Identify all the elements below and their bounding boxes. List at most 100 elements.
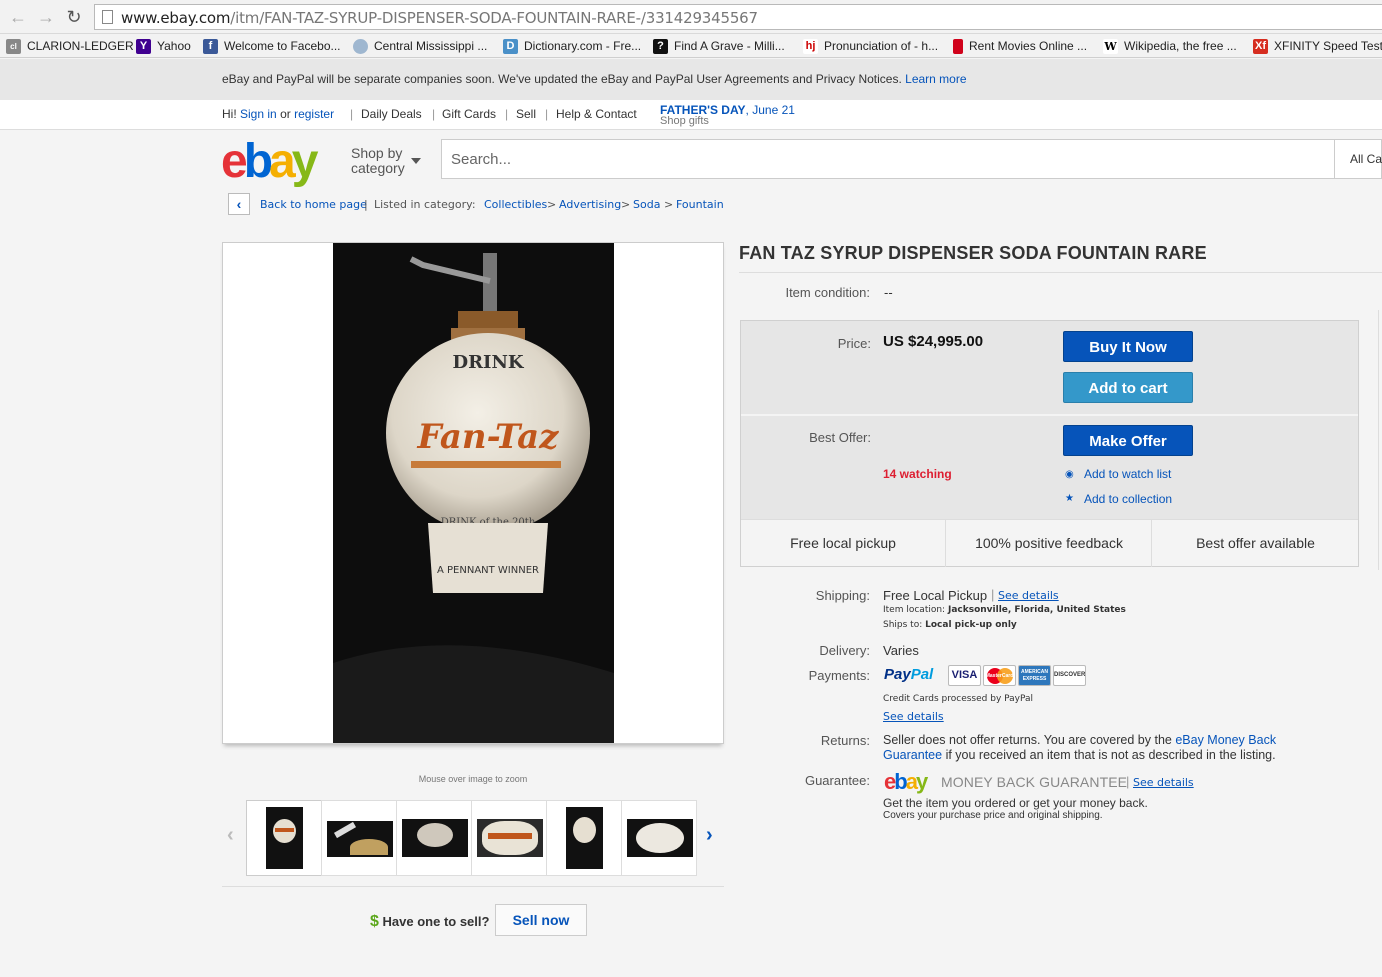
register-link[interactable]: register — [294, 107, 334, 121]
shipping-see-details-link[interactable]: See details — [998, 589, 1059, 602]
returns-label: Returns: — [820, 733, 870, 748]
search-input[interactable]: Search... All Ca — [441, 139, 1382, 179]
gift-cards-link[interactable]: Gift Cards — [442, 107, 496, 121]
top-links-bar: Hi! Sign in or register | Daily Deals | … — [0, 100, 1382, 130]
feature-positive-feedback: 100% positive feedback — [947, 520, 1152, 567]
main-image-frame[interactable]: DRINK Fan-Taz DRINK of the 20th A PENNAN… — [222, 242, 724, 744]
credit-card-note: Credit Cards processed by PayPal — [883, 694, 1034, 704]
bookmark-xfinity[interactable]: Xf XFINITY Speed Test — [1253, 37, 1382, 55]
price-value: US $24,995.00 — [883, 333, 984, 350]
delivery-label: Delivery: — [819, 643, 870, 658]
breadcrumb-separator: > — [664, 198, 674, 211]
bookmark-pronunciation[interactable]: hj Pronunciation of - h... — [803, 37, 938, 55]
shop-gifts-link[interactable]: Shop gifts — [660, 115, 709, 127]
breadcrumb-separator: > — [547, 198, 557, 211]
url-text: www.ebay.com/itm/FAN-TAZ-SYRUP-DISPENSER… — [121, 9, 758, 27]
shipping-label: Shipping: — [815, 588, 870, 603]
guarantee-see-details-link[interactable]: See details — [1133, 776, 1194, 789]
buy-it-now-button[interactable]: Buy It Now — [1063, 331, 1193, 362]
bookmark-yahoo[interactable]: Y Yahoo — [136, 37, 191, 55]
money-back-guarantee-text: MONEY BACK GUARANTEE — [941, 774, 1128, 790]
divider — [739, 272, 1382, 273]
thumbnail-3[interactable] — [396, 800, 472, 876]
daily-deals-link[interactable]: Daily Deals — [361, 107, 422, 121]
item-location: Item location: Jacksonville, Florida, Un… — [883, 605, 1126, 615]
page-icon — [102, 10, 113, 24]
wikipedia-icon: W — [1103, 38, 1118, 54]
help-contact-link[interactable]: Help & Contact — [556, 107, 637, 121]
breadcrumb-soda[interactable]: Soda — [633, 198, 660, 211]
pennant-winner-text: A PENNANT WINNER — [437, 565, 539, 576]
bookmark-facebook[interactable]: f Welcome to Facebo... — [203, 37, 341, 55]
bookmark-rent-movies[interactable]: Rent Movies Online ... — [953, 37, 1087, 55]
shop-by-category-button[interactable]: Shop by category — [351, 146, 405, 176]
separator: | — [545, 107, 549, 121]
chevron-right-icon[interactable]: › — [706, 824, 713, 847]
add-to-collection-link[interactable]: Add to collection — [1084, 492, 1172, 506]
hj-icon: hj — [803, 38, 818, 54]
back-arrow-icon[interactable]: ← — [8, 8, 28, 26]
thumbnail-5[interactable] — [546, 800, 622, 876]
chevron-down-icon — [411, 158, 421, 164]
thumbnail-6[interactable] — [621, 800, 697, 876]
bookmark-central-mississippi[interactable]: Central Mississippi ... — [353, 37, 487, 55]
add-to-watch-list-link[interactable]: Add to watch list — [1084, 467, 1171, 481]
back-to-home-link[interactable]: Back to home page — [260, 198, 367, 211]
bookmark-wikipedia[interactable]: W Wikipedia, the free ... — [1103, 37, 1237, 55]
separator: | — [1126, 774, 1130, 789]
bookmark-dictionary[interactable]: D Dictionary.com - Fre... — [503, 37, 641, 55]
breadcrumb-advertising[interactable]: Advertising — [559, 198, 621, 211]
thumbnail-4[interactable] — [471, 800, 547, 876]
guarantee-line-1: Get the item you ordered or get your mon… — [883, 796, 1148, 810]
bookmarks-bar: cl CLARION-LEDGER Y Yahoo f Welcome to Face… — [0, 34, 1382, 58]
ebay-logo[interactable]: ebay — [221, 134, 318, 190]
sell-now-button[interactable]: Sell now — [495, 904, 587, 936]
watching-count: 14 watching — [883, 467, 952, 481]
payments-label: Payments: — [808, 668, 870, 683]
right-panel-edge — [1378, 310, 1382, 570]
sign-in-link[interactable]: Sign in — [240, 107, 277, 121]
thumbnail-1[interactable] — [246, 800, 322, 876]
breadcrumb-collectibles[interactable]: Collectibles — [484, 198, 547, 211]
url-bar[interactable]: www.ebay.com/itm/FAN-TAZ-SYRUP-DISPENSER… — [94, 4, 1382, 30]
price-label: Price: — [837, 336, 871, 351]
bookmark-clarion-ledger[interactable]: cl CLARION-LEDGER — [6, 37, 134, 55]
have-one-to-sell: $ Have one to sell? — [370, 913, 490, 930]
or-text: or — [280, 107, 291, 121]
dollar-icon: $ — [370, 913, 379, 930]
add-to-cart-button[interactable]: Add to cart — [1063, 372, 1193, 403]
eye-icon: ◉ — [1065, 469, 1074, 480]
thumbnail-2[interactable] — [321, 800, 397, 876]
syrup-dispenser-image: DRINK Fan-Taz DRINK of the 20th A PENNAN… — [333, 243, 614, 743]
forward-arrow-icon[interactable]: → — [36, 8, 56, 26]
back-chevron-icon[interactable]: ‹ — [228, 193, 250, 215]
money-back-link[interactable]: eBay Money Back — [1175, 733, 1276, 747]
best-offer-label: Best Offer: — [809, 430, 871, 445]
search-category-select[interactable]: All Ca — [1334, 140, 1382, 178]
breadcrumb-fountain[interactable]: Fountain — [676, 198, 724, 211]
item-title: FAN TAZ SYRUP DISPENSER SODA FOUNTAIN RA… — [739, 243, 1207, 263]
discover-card-icon: DISCOVER — [1053, 665, 1086, 686]
guarantee-label: Guarantee: — [804, 773, 870, 788]
feature-bar: Free local pickup 100% positive feedback… — [741, 519, 1358, 567]
drink-text: DRINK — [452, 352, 524, 373]
buy-box: Price: US $24,995.00 Buy It Now Add to c… — [740, 320, 1359, 567]
delivery-value: Varies — [883, 643, 919, 658]
guarantee-link[interactable]: Guarantee — [883, 748, 942, 762]
xfinity-icon: Xf — [1253, 38, 1268, 54]
product-image[interactable]: DRINK Fan-Taz DRINK of the 20th A PENNAN… — [333, 243, 614, 743]
yahoo-icon: Y — [136, 38, 151, 54]
chevron-left-icon[interactable]: ‹ — [227, 824, 234, 847]
make-offer-button[interactable]: Make Offer — [1063, 425, 1193, 456]
reload-icon[interactable]: ↻ — [64, 8, 84, 26]
learn-more-link[interactable]: Learn more — [905, 72, 966, 86]
bookmark-findagrave[interactable]: ? Find A Grave - Milli... — [653, 37, 785, 55]
star-icon: ★ — [1065, 493, 1074, 504]
notice-text: eBay and PayPal will be separate compani… — [222, 72, 902, 86]
sell-link[interactable]: Sell — [516, 107, 536, 121]
ebay-mbg-logo: ebay — [884, 769, 928, 794]
guarantee-line-2: Covers your purchase price and original … — [883, 810, 1103, 821]
payments-see-details-link[interactable]: See details — [883, 710, 944, 723]
feature-free-local-pickup: Free local pickup — [741, 520, 946, 567]
facebook-icon: f — [203, 38, 218, 54]
